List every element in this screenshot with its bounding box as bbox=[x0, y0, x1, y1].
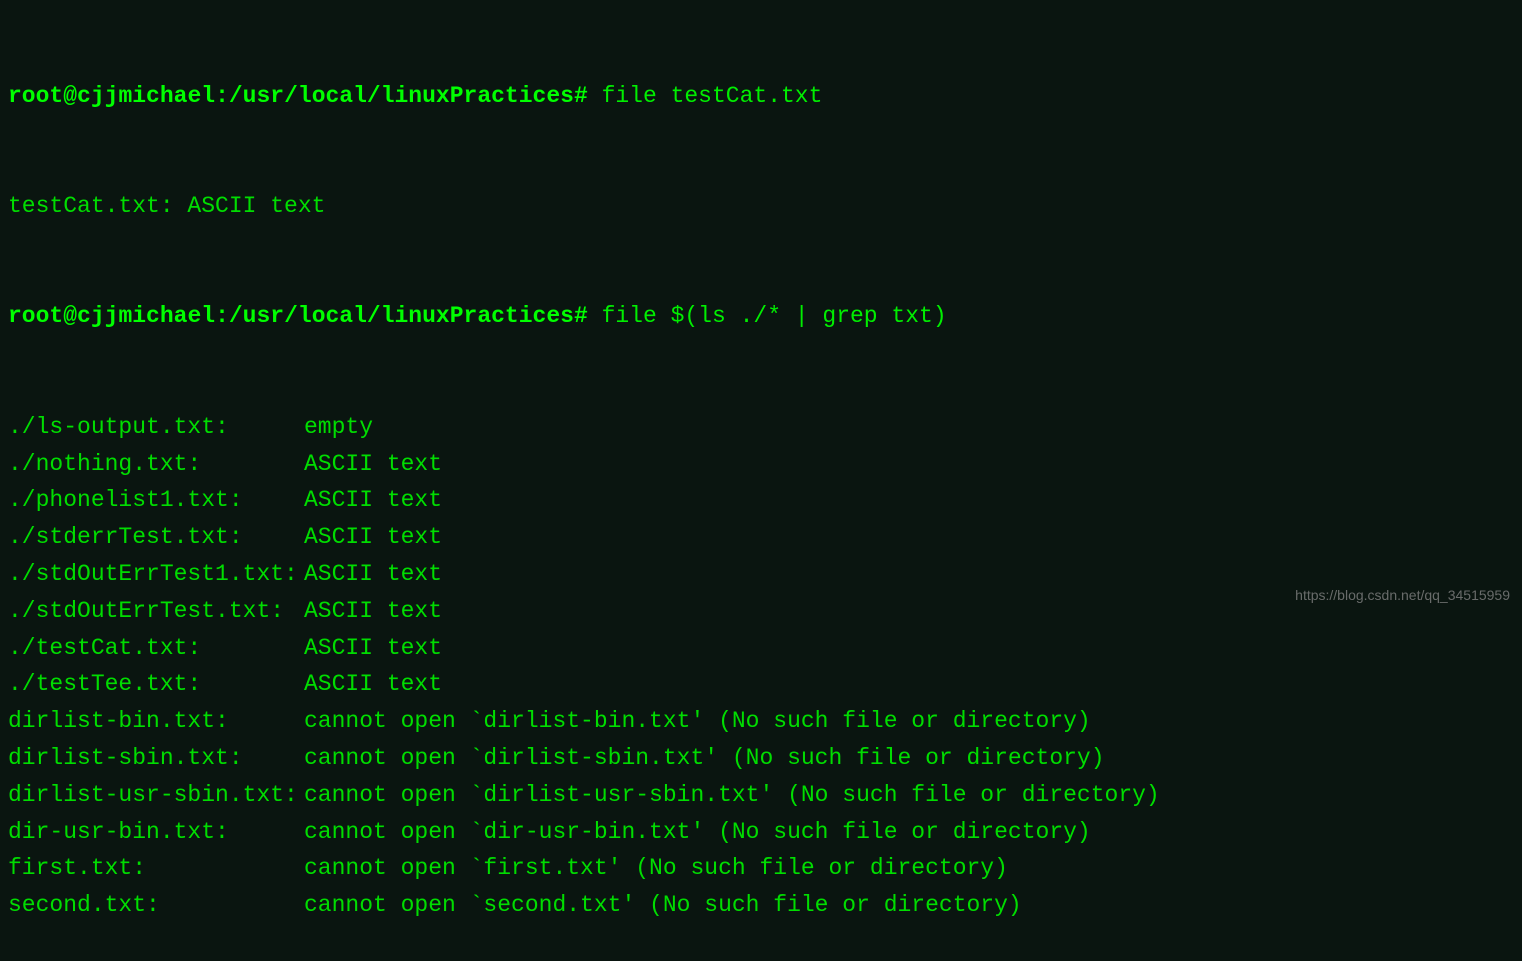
file-output-list: ./ls-output.txt:empty./nothing.txt:ASCII… bbox=[8, 409, 1514, 924]
prompt-user: root bbox=[8, 83, 63, 109]
file-description: cannot open `dirlist-sbin.txt' (No such … bbox=[304, 745, 1105, 771]
prompt-host: cjjmichael bbox=[77, 83, 215, 109]
prompt-path: /usr/local/linuxPractices bbox=[229, 303, 574, 329]
file-description: ASCII text bbox=[304, 671, 442, 697]
file-result-row: ./testTee.txt:ASCII text bbox=[8, 666, 1514, 703]
watermark-text: https://blog.csdn.net/qq_34515959 bbox=[1295, 584, 1510, 606]
file-description: empty bbox=[304, 414, 373, 440]
file-description: ASCII text bbox=[304, 451, 442, 477]
file-description: ASCII text bbox=[304, 561, 442, 587]
prompt-space bbox=[588, 83, 602, 109]
file-result-row: first.txt:cannot open `first.txt' (No su… bbox=[8, 850, 1514, 887]
file-description: cannot open `second.txt' (No such file o… bbox=[304, 892, 1022, 918]
file-name: ./stdOutErrTest1.txt: bbox=[8, 556, 304, 593]
prompt-colon: : bbox=[215, 83, 229, 109]
file-result-row: dir-usr-bin.txt:cannot open `dir-usr-bin… bbox=[8, 814, 1514, 851]
command-2: file $(ls ./* | grep txt) bbox=[602, 303, 947, 329]
file-description: ASCII text bbox=[304, 487, 442, 513]
file-result-row: ./testCat.txt:ASCII text bbox=[8, 630, 1514, 667]
file-name: ./testCat.txt: bbox=[8, 630, 304, 667]
prompt-colon: : bbox=[215, 303, 229, 329]
output-line-1: testCat.txt: ASCII text bbox=[8, 188, 1514, 225]
file-result-row: dirlist-sbin.txt:cannot open `dirlist-sb… bbox=[8, 740, 1514, 777]
prompt-path: /usr/local/linuxPractices bbox=[229, 83, 574, 109]
file-result-row: ./stdOutErrTest.txt:ASCII text bbox=[8, 593, 1514, 630]
prompt-line-1: root@cjjmichael:/usr/local/linuxPractice… bbox=[8, 78, 1514, 115]
file-result-row: ./stderrTest.txt:ASCII text bbox=[8, 519, 1514, 556]
prompt-end: # bbox=[574, 83, 588, 109]
prompt-space bbox=[588, 303, 602, 329]
file-name: first.txt: bbox=[8, 850, 304, 887]
prompt-line-2: root@cjjmichael:/usr/local/linuxPractice… bbox=[8, 298, 1514, 335]
prompt-host: cjjmichael bbox=[77, 303, 215, 329]
terminal-window[interactable]: root@cjjmichael:/usr/local/linuxPractice… bbox=[8, 4, 1514, 961]
file-name: ./nothing.txt: bbox=[8, 446, 304, 483]
file-name: ./testTee.txt: bbox=[8, 666, 304, 703]
file-result-row: ./nothing.txt:ASCII text bbox=[8, 446, 1514, 483]
prompt-at: @ bbox=[63, 83, 77, 109]
file-result-row: ./ls-output.txt:empty bbox=[8, 409, 1514, 446]
file-result-row: ./stdOutErrTest1.txt:ASCII text bbox=[8, 556, 1514, 593]
file-description: cannot open `dirlist-bin.txt' (No such f… bbox=[304, 708, 1091, 734]
file-name: second.txt: bbox=[8, 887, 304, 924]
file-name: dirlist-sbin.txt: bbox=[8, 740, 304, 777]
prompt-user: root bbox=[8, 303, 63, 329]
file-name: ./stdOutErrTest.txt: bbox=[8, 593, 304, 630]
file-description: ASCII text bbox=[304, 598, 442, 624]
file-result-row: dirlist-usr-sbin.txt:cannot open `dirlis… bbox=[8, 777, 1514, 814]
file-description: cannot open `dirlist-usr-sbin.txt' (No s… bbox=[304, 782, 1160, 808]
file-result-row: ./phonelist1.txt:ASCII text bbox=[8, 482, 1514, 519]
file-name: ./phonelist1.txt: bbox=[8, 482, 304, 519]
file-name: ./stderrTest.txt: bbox=[8, 519, 304, 556]
file-result-row: dirlist-bin.txt:cannot open `dirlist-bin… bbox=[8, 703, 1514, 740]
file-name: dirlist-bin.txt: bbox=[8, 703, 304, 740]
file-description: ASCII text bbox=[304, 524, 442, 550]
file-name: dir-usr-bin.txt: bbox=[8, 814, 304, 851]
prompt-end: # bbox=[574, 303, 588, 329]
file-name: ./ls-output.txt: bbox=[8, 409, 304, 446]
file-description: ASCII text bbox=[304, 635, 442, 661]
file-description: cannot open `dir-usr-bin.txt' (No such f… bbox=[304, 819, 1091, 845]
file-name: dirlist-usr-sbin.txt: bbox=[8, 777, 304, 814]
file-result-row: second.txt:cannot open `second.txt' (No … bbox=[8, 887, 1514, 924]
prompt-at: @ bbox=[63, 303, 77, 329]
command-1: file testCat.txt bbox=[602, 83, 823, 109]
file-description: cannot open `first.txt' (No such file or… bbox=[304, 855, 1008, 881]
